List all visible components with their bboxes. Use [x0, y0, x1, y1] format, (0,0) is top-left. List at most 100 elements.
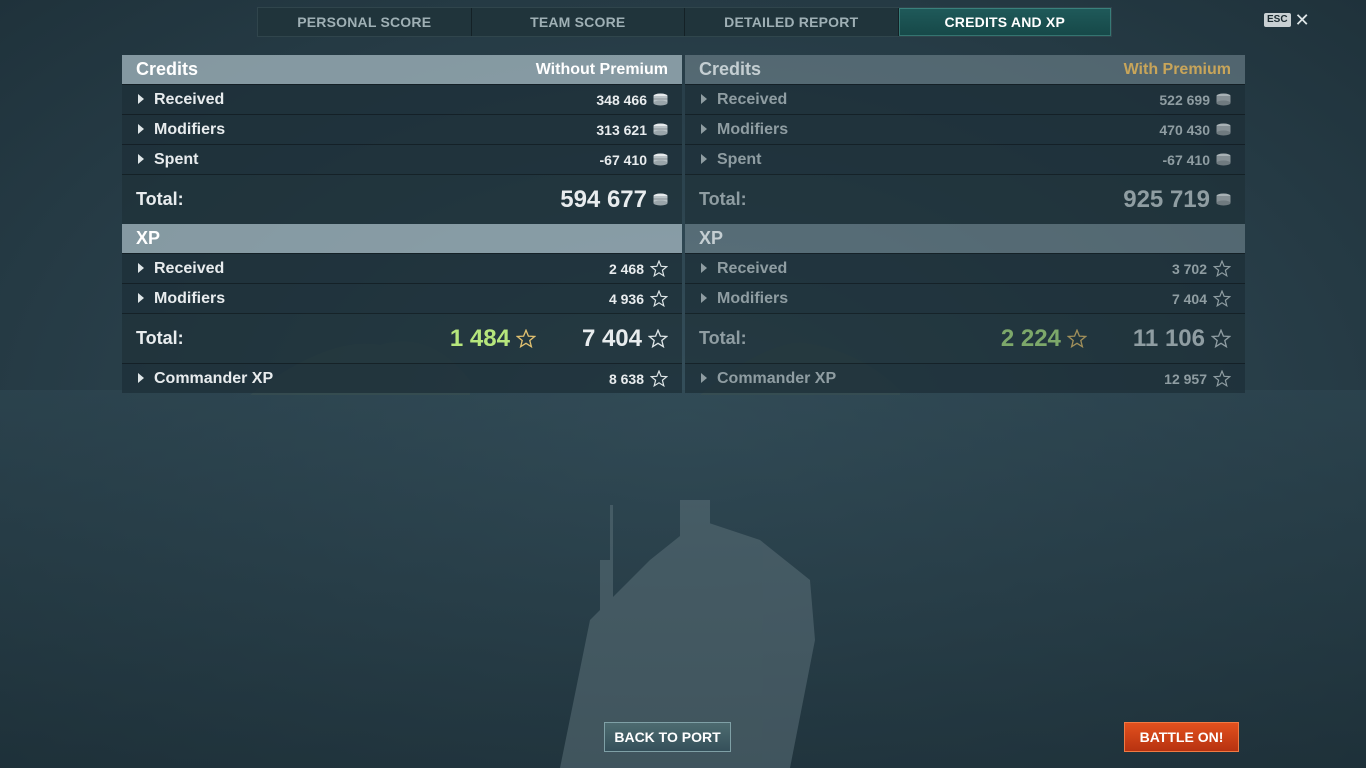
- free-xp-total-value: 1 484: [449, 324, 510, 352]
- caret-right-icon: [701, 292, 707, 303]
- star-icon: [647, 328, 669, 349]
- close-control[interactable]: ESC ✕: [1264, 11, 1310, 29]
- tab-team-score[interactable]: TEAM SCORE: [471, 8, 685, 36]
- credits-modifiers-row[interactable]: Modifiers 313 621: [122, 114, 682, 144]
- close-icon[interactable]: ✕: [1295, 11, 1310, 29]
- xp-total-row: Total: 1 484 7 404: [122, 313, 682, 363]
- row-value: 348 466: [596, 91, 647, 108]
- row-label: Modifiers: [154, 289, 226, 307]
- credits-title: Credits: [136, 59, 199, 79]
- row-value: 313 621: [596, 121, 647, 138]
- star-icon: [649, 259, 669, 278]
- total-label: Total:: [136, 189, 184, 209]
- esc-key-hint: ESC: [1264, 13, 1291, 27]
- star-icon: [1212, 259, 1232, 278]
- row-label: Commander XP: [154, 369, 274, 387]
- row-label: Spent: [717, 150, 762, 168]
- xp-modifiers-row[interactable]: Modifiers 7 404: [685, 283, 1245, 313]
- credits-title: Credits: [699, 59, 762, 79]
- credits-total-row: Total: 925 719: [685, 174, 1245, 224]
- caret-right-icon: [701, 262, 707, 273]
- tab-personal-score[interactable]: PERSONAL SCORE: [258, 8, 472, 36]
- caret-right-icon: [701, 372, 707, 383]
- caret-right-icon: [138, 292, 144, 303]
- coin-stack-icon: [1216, 123, 1231, 136]
- coin-stack-icon: [653, 123, 668, 136]
- row-label: Commander XP: [717, 369, 837, 387]
- results-tab-bar: PERSONAL SCORE TEAM SCORE DETAILED REPOR…: [257, 7, 1112, 37]
- coin-stack-icon: [1216, 93, 1231, 106]
- caret-right-icon: [138, 123, 144, 134]
- xp-received-row[interactable]: Received 3 702: [685, 253, 1245, 283]
- row-value: 2 468: [608, 260, 644, 277]
- free-xp-star-icon: [1066, 328, 1088, 349]
- with-premium-panel: Credits With Premium Received 522 699 Mo…: [685, 55, 1245, 393]
- without-premium-label: Without Premium: [535, 60, 668, 78]
- credits-received-row[interactable]: Received 522 699: [685, 84, 1245, 114]
- back-to-port-button[interactable]: BACK TO PORT: [604, 722, 731, 752]
- row-value: 8 638: [608, 370, 644, 387]
- star-icon: [649, 369, 669, 388]
- coin-stack-icon: [653, 193, 668, 206]
- xp-header: XP: [122, 224, 682, 253]
- caret-right-icon: [701, 123, 707, 134]
- row-value: -67 410: [1162, 151, 1210, 168]
- xp-total-row: Total: 2 224 11 106: [685, 313, 1245, 363]
- free-xp-star-icon: [515, 328, 537, 349]
- row-label: Received: [717, 259, 788, 277]
- credits-spent-row[interactable]: Spent -67 410: [685, 144, 1245, 174]
- xp-total-value: 7 404: [581, 324, 642, 352]
- battle-on-button[interactable]: BATTLE ON!: [1124, 722, 1239, 752]
- star-icon: [649, 289, 669, 308]
- coin-stack-icon: [1216, 153, 1231, 166]
- without-premium-panel: Credits Without Premium Received 348 466…: [122, 55, 682, 393]
- caret-right-icon: [701, 93, 707, 104]
- xp-title: XP: [136, 228, 161, 248]
- coin-stack-icon: [1216, 193, 1231, 206]
- credits-total-value: 925 719: [1123, 185, 1210, 213]
- star-icon: [1212, 289, 1232, 308]
- row-value: 470 430: [1159, 121, 1210, 138]
- coin-stack-icon: [653, 153, 668, 166]
- row-label: Spent: [154, 150, 199, 168]
- credits-spent-row[interactable]: Spent -67 410: [122, 144, 682, 174]
- row-value: 12 957: [1164, 370, 1207, 387]
- free-xp-total-value: 2 224: [1000, 324, 1061, 352]
- row-label: Received: [154, 259, 225, 277]
- caret-right-icon: [138, 372, 144, 383]
- xp-title: XP: [699, 228, 724, 248]
- tab-credits-and-xp[interactable]: CREDITS AND XP: [898, 8, 1111, 36]
- row-label: Modifiers: [717, 289, 789, 307]
- row-value: -67 410: [599, 151, 647, 168]
- tab-detailed-report[interactable]: DETAILED REPORT: [685, 8, 899, 36]
- row-value: 4 936: [608, 290, 644, 307]
- row-value: 3 702: [1171, 260, 1207, 277]
- caret-right-icon: [138, 262, 144, 273]
- total-label: Total:: [699, 189, 747, 209]
- total-label: Total:: [699, 328, 747, 348]
- total-label: Total:: [136, 328, 184, 348]
- row-value: 7 404: [1171, 290, 1207, 307]
- caret-right-icon: [701, 153, 707, 164]
- credits-modifiers-row[interactable]: Modifiers 470 430: [685, 114, 1245, 144]
- star-icon: [1212, 369, 1232, 388]
- credits-header: Credits Without Premium: [122, 55, 682, 84]
- commander-xp-row[interactable]: Commander XP 8 638: [122, 363, 682, 393]
- xp-modifiers-row[interactable]: Modifiers 4 936: [122, 283, 682, 313]
- star-icon: [1210, 328, 1232, 349]
- row-label: Received: [717, 90, 788, 108]
- row-label: Modifiers: [154, 120, 226, 138]
- credits-header: Credits With Premium: [685, 55, 1245, 84]
- credits-received-row[interactable]: Received 348 466: [122, 84, 682, 114]
- credits-total-value: 594 677: [560, 185, 647, 213]
- xp-received-row[interactable]: Received 2 468: [122, 253, 682, 283]
- row-label: Received: [154, 90, 225, 108]
- row-value: 522 699: [1159, 91, 1210, 108]
- xp-header: XP: [685, 224, 1245, 253]
- caret-right-icon: [138, 93, 144, 104]
- xp-total-value: 11 106: [1132, 324, 1205, 352]
- credits-total-row: Total: 594 677: [122, 174, 682, 224]
- commander-xp-row[interactable]: Commander XP 12 957: [685, 363, 1245, 393]
- with-premium-label: With Premium: [1123, 60, 1231, 78]
- caret-right-icon: [138, 153, 144, 164]
